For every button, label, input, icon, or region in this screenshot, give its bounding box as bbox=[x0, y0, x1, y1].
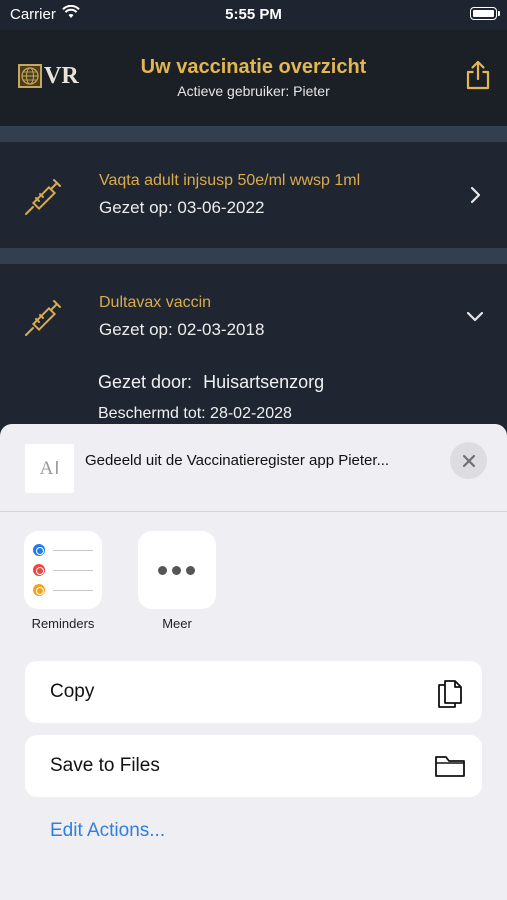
reminders-icon bbox=[24, 531, 102, 609]
app-label: Reminders bbox=[31, 616, 95, 631]
chevron-right-icon[interactable] bbox=[465, 185, 485, 205]
vaccine-date: Gezet op: 03-06-2022 bbox=[99, 198, 265, 217]
protected-until: Beschermd tot: 28-02-2028 bbox=[98, 405, 292, 422]
active-user-label: Actieve gebruiker: Pieter bbox=[177, 83, 330, 99]
page-title: Uw vaccinatie overzicht bbox=[140, 56, 367, 78]
given-by-label: Gezet door: bbox=[98, 372, 193, 392]
share-app-reminders[interactable]: Reminders bbox=[24, 531, 102, 631]
close-icon bbox=[462, 454, 475, 467]
action-label: Copy bbox=[50, 681, 95, 702]
given-by-value: Huisartsenzorg bbox=[203, 372, 325, 392]
given-by-row: Gezet door: Huisartsenzorg bbox=[98, 372, 324, 393]
more-icon bbox=[138, 531, 216, 609]
app-label: Meer bbox=[162, 616, 192, 631]
text-document-icon: AI bbox=[25, 444, 74, 493]
share-sheet-title: Gedeeld uit de Vaccinatieregister app Pi… bbox=[85, 452, 390, 469]
vaccine-name: Vaqta adult injsusp 50e/ml wwsp 1ml bbox=[99, 172, 361, 189]
vaccination-card[interactable]: Vaqta adult injsusp 50e/ml wwsp 1ml Geze… bbox=[0, 142, 507, 248]
syringe-icon bbox=[25, 300, 61, 336]
vaccine-date: Gezet op: 02-03-2018 bbox=[99, 320, 265, 339]
status-time: 5:55 PM bbox=[225, 6, 282, 23]
share-sheet: AI Gedeeld uit de Vaccinatieregister app… bbox=[0, 424, 507, 900]
copy-action[interactable]: Copy bbox=[25, 661, 482, 723]
status-bar: Carrier 5:55 PM bbox=[0, 0, 507, 30]
syringe-icon bbox=[25, 179, 61, 215]
close-button[interactable] bbox=[450, 442, 487, 479]
save-to-files-action[interactable]: Save to Files bbox=[25, 735, 482, 797]
folder-icon bbox=[435, 756, 465, 777]
share-app-more[interactable]: Meer bbox=[138, 531, 216, 631]
copy-icon bbox=[438, 680, 462, 708]
app-header: VR Uw vaccinatie overzicht Actieve gebru… bbox=[0, 30, 507, 126]
chevron-down-icon[interactable] bbox=[465, 306, 485, 326]
vaccine-name: Dultavax vaccin bbox=[99, 294, 212, 311]
battery-icon bbox=[470, 7, 500, 20]
share-sheet-header: AI Gedeeld uit de Vaccinatieregister app… bbox=[0, 424, 507, 512]
share-icon[interactable] bbox=[465, 60, 491, 90]
edit-actions-link[interactable]: Edit Actions... bbox=[50, 820, 165, 842]
action-label: Save to Files bbox=[50, 755, 160, 776]
